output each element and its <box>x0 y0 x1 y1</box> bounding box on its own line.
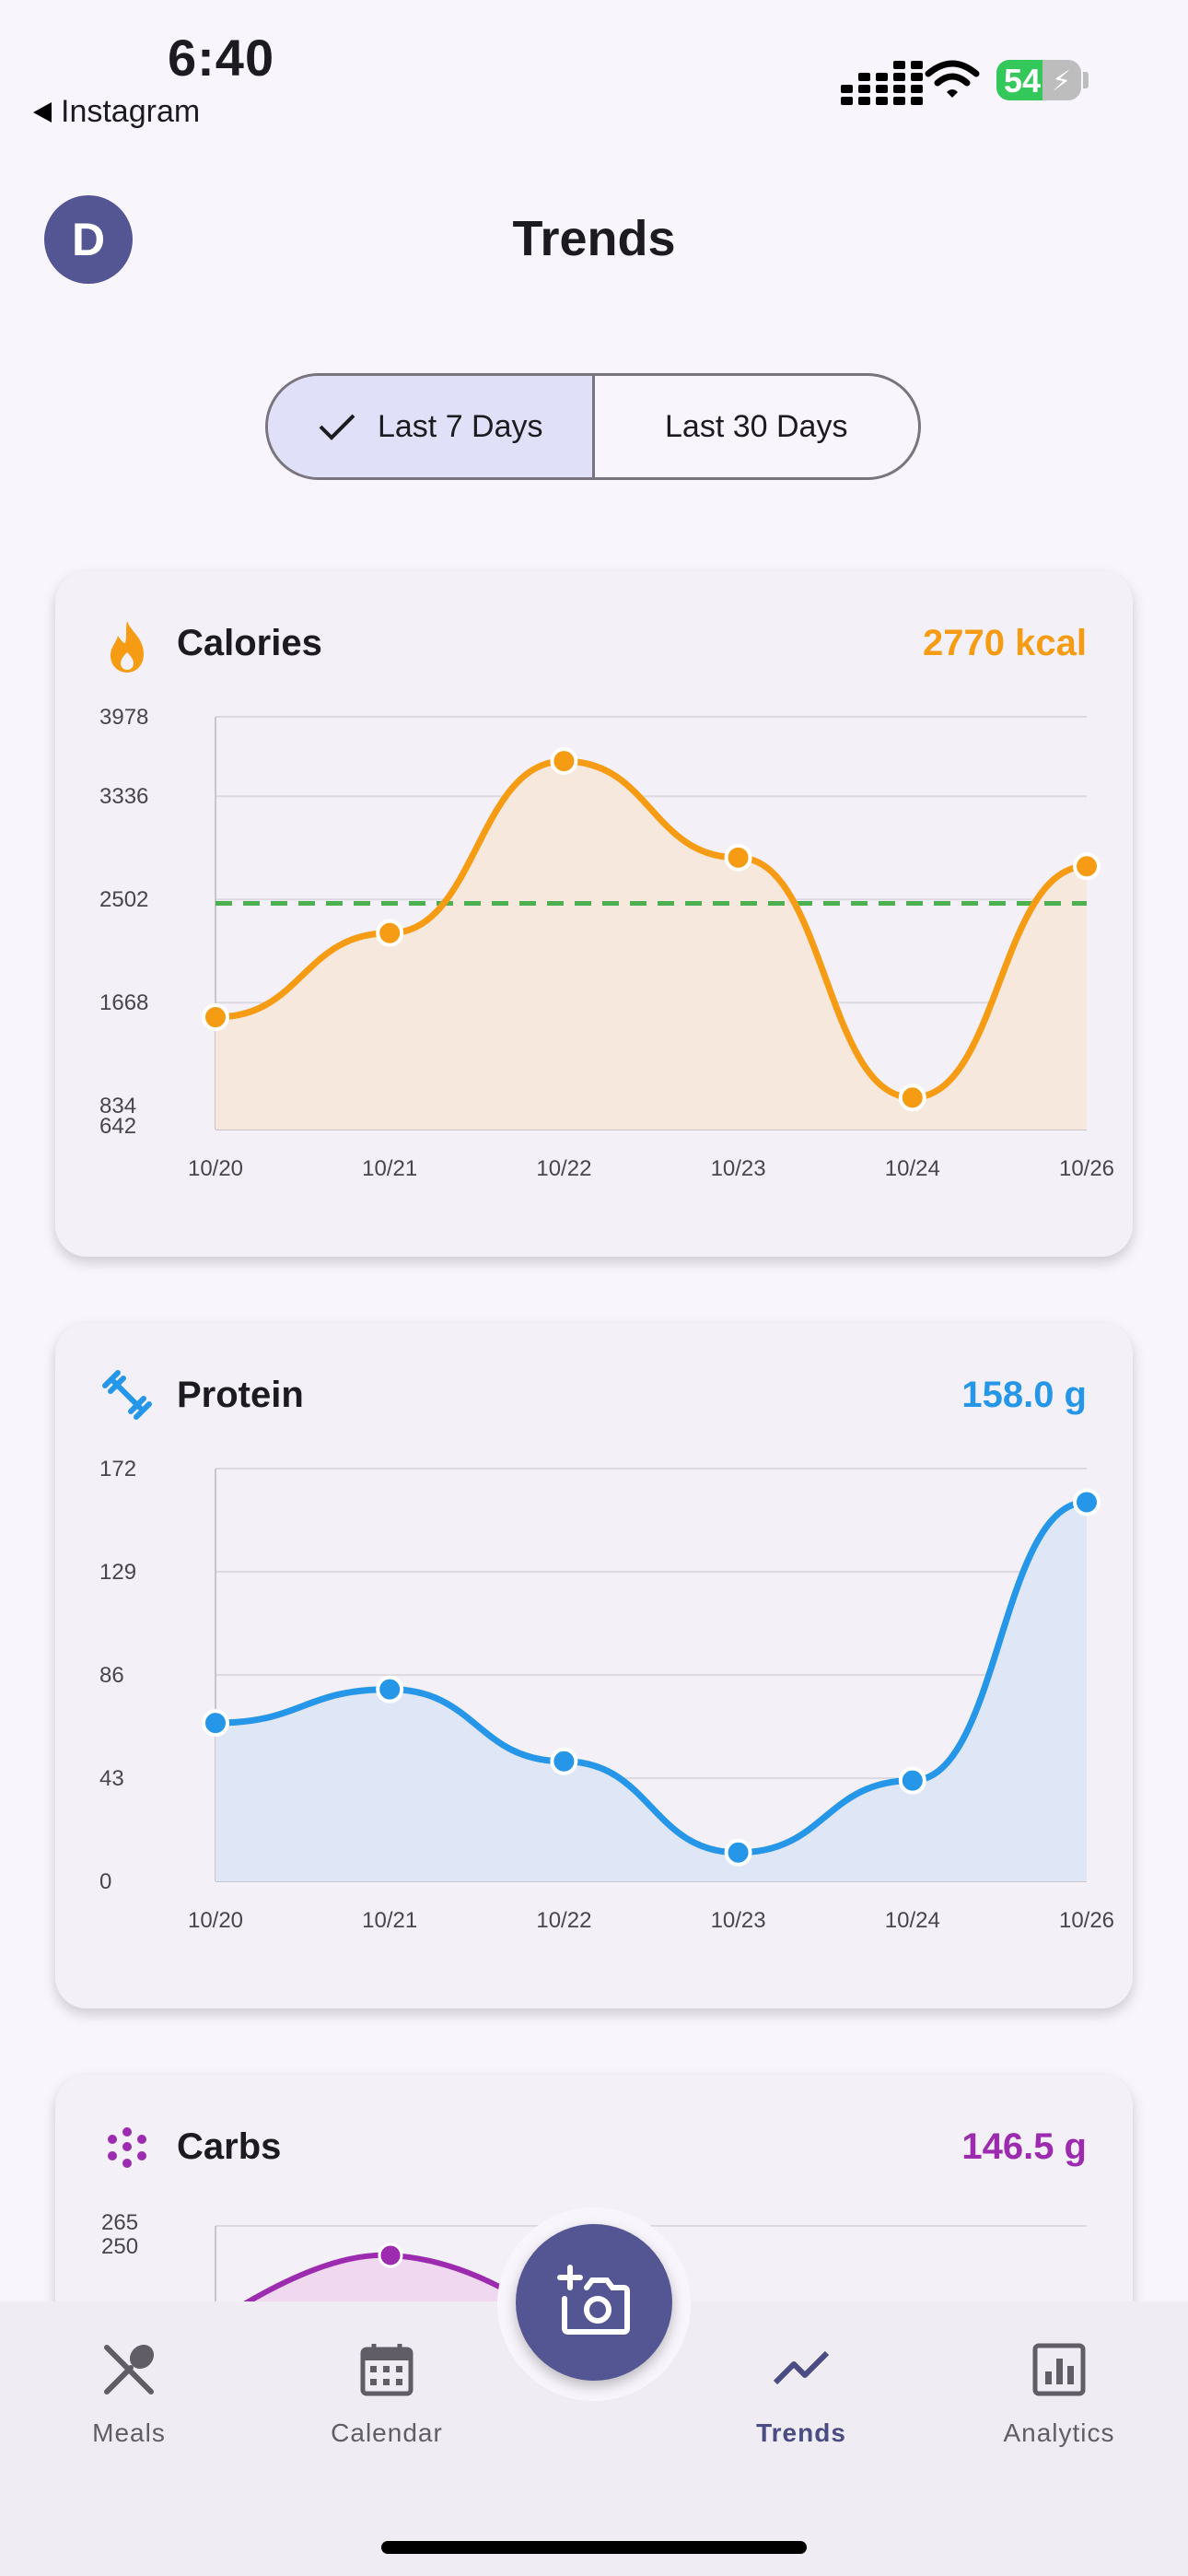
data-point[interactable] <box>550 747 578 776</box>
home-indicator <box>381 2541 807 2554</box>
y-tick-label: 0 <box>99 1869 111 1894</box>
y-tick-label: 1668 <box>99 990 148 1015</box>
y-tick-label: 129 <box>99 1560 136 1585</box>
data-point[interactable] <box>376 1675 404 1704</box>
calories-chart: 642834166825023336397810/20 10/21 10/22 10/… <box>99 705 1114 1181</box>
data-point[interactable] <box>724 1838 752 1867</box>
y-tick-label: 3336 <box>99 784 148 809</box>
battery-icon: 54 ⚡ <box>996 60 1081 100</box>
data-point[interactable] <box>1073 1488 1101 1516</box>
x-tick-label: 10/21 <box>362 1156 417 1181</box>
y-tick-label: 3978 <box>99 705 148 730</box>
nav-item-trends[interactable]: Trends <box>709 2340 893 2448</box>
nav-label: Trends <box>756 2418 846 2447</box>
add-photo-camera-icon <box>557 2265 630 2335</box>
data-point[interactable] <box>898 1766 926 1795</box>
data-point[interactable] <box>1073 852 1101 881</box>
y-tick-label: 250 <box>101 2234 138 2259</box>
x-tick-label: 10/23 <box>711 1156 766 1181</box>
x-tick-label: 10/26 <box>1059 1908 1114 1933</box>
bar-chart-icon <box>1032 2343 1086 2396</box>
charging-bolt-icon: ⚡ <box>1052 66 1072 97</box>
x-tick-label: 10/22 <box>536 1908 591 1933</box>
cellular-signal-icon <box>841 61 923 105</box>
x-tick-label: 10/24 <box>885 1156 940 1181</box>
range-option-label: Last 30 Days <box>665 408 848 444</box>
fork-spoon-icon <box>104 2344 155 2395</box>
y-tick-label: 43 <box>99 1766 124 1791</box>
data-point[interactable] <box>376 919 404 947</box>
data-point[interactable] <box>202 1709 229 1738</box>
x-tick-label: 10/20 <box>188 1908 243 1933</box>
range-option-label: Last 7 Days <box>377 408 543 444</box>
battery-level: 54 <box>1004 62 1042 100</box>
page-title: Trends <box>512 211 676 266</box>
protein-chart: 0 43 86 129 172 10/20 10/21 10/22 10/23 10/24 10/2… <box>99 1457 1114 1933</box>
nav-item-analytics[interactable]: Analytics <box>967 2340 1151 2448</box>
add-photo-button[interactable] <box>516 2224 672 2381</box>
y-tick-label: 172 <box>99 1457 136 1481</box>
y-tick-label: 265 <box>101 2210 138 2235</box>
check-icon <box>319 414 355 440</box>
x-tick-label: 10/24 <box>885 1908 940 1933</box>
y-tick-label: 834 <box>99 1094 136 1118</box>
range-toggle: Last 7 Days Last 30 Days <box>265 373 921 480</box>
nav-item-calendar[interactable]: Calendar <box>295 2340 479 2448</box>
y-tick-label: 2502 <box>99 887 148 912</box>
nav-label: Calendar <box>331 2418 443 2447</box>
calories-card[interactable]: Calories 2770 kcal 642 834 1668 2502 3336 397… <box>55 571 1133 1257</box>
y-tick-label: 86 <box>99 1663 124 1688</box>
back-arrow-icon <box>33 101 52 123</box>
nav-label: Meals <box>92 2418 166 2447</box>
calendar-icon <box>360 2344 413 2396</box>
status-time: 6:40 <box>168 29 275 87</box>
x-tick-label: 10/22 <box>536 1156 591 1181</box>
x-tick-label: 10/20 <box>188 1156 243 1181</box>
back-app-label: Instagram <box>61 94 201 129</box>
nav-item-meals[interactable]: Meals <box>37 2340 221 2448</box>
nav-label: Analytics <box>1003 2418 1115 2447</box>
data-point[interactable] <box>202 1003 229 1032</box>
data-point[interactable] <box>724 843 752 872</box>
battery-tip <box>1083 72 1089 88</box>
protein-card[interactable]: Protein 158.0 g 0 43 86 129 172 10/20 10/21 10/… <box>55 1323 1133 2008</box>
trend-line-icon <box>773 2350 830 2385</box>
range-option-7-days[interactable]: Last 7 Days <box>268 376 595 477</box>
data-point[interactable] <box>550 1747 578 1775</box>
back-to-app[interactable]: Instagram <box>33 94 200 130</box>
data-point[interactable] <box>898 1083 926 1112</box>
x-tick-label: 10/26 <box>1059 1156 1114 1181</box>
range-option-30-days[interactable]: Last 30 Days <box>595 376 919 477</box>
x-tick-label: 10/21 <box>362 1908 417 1933</box>
wifi-icon <box>925 60 980 98</box>
x-tick-label: 10/23 <box>711 1908 766 1933</box>
data-point[interactable] <box>378 2242 403 2268</box>
